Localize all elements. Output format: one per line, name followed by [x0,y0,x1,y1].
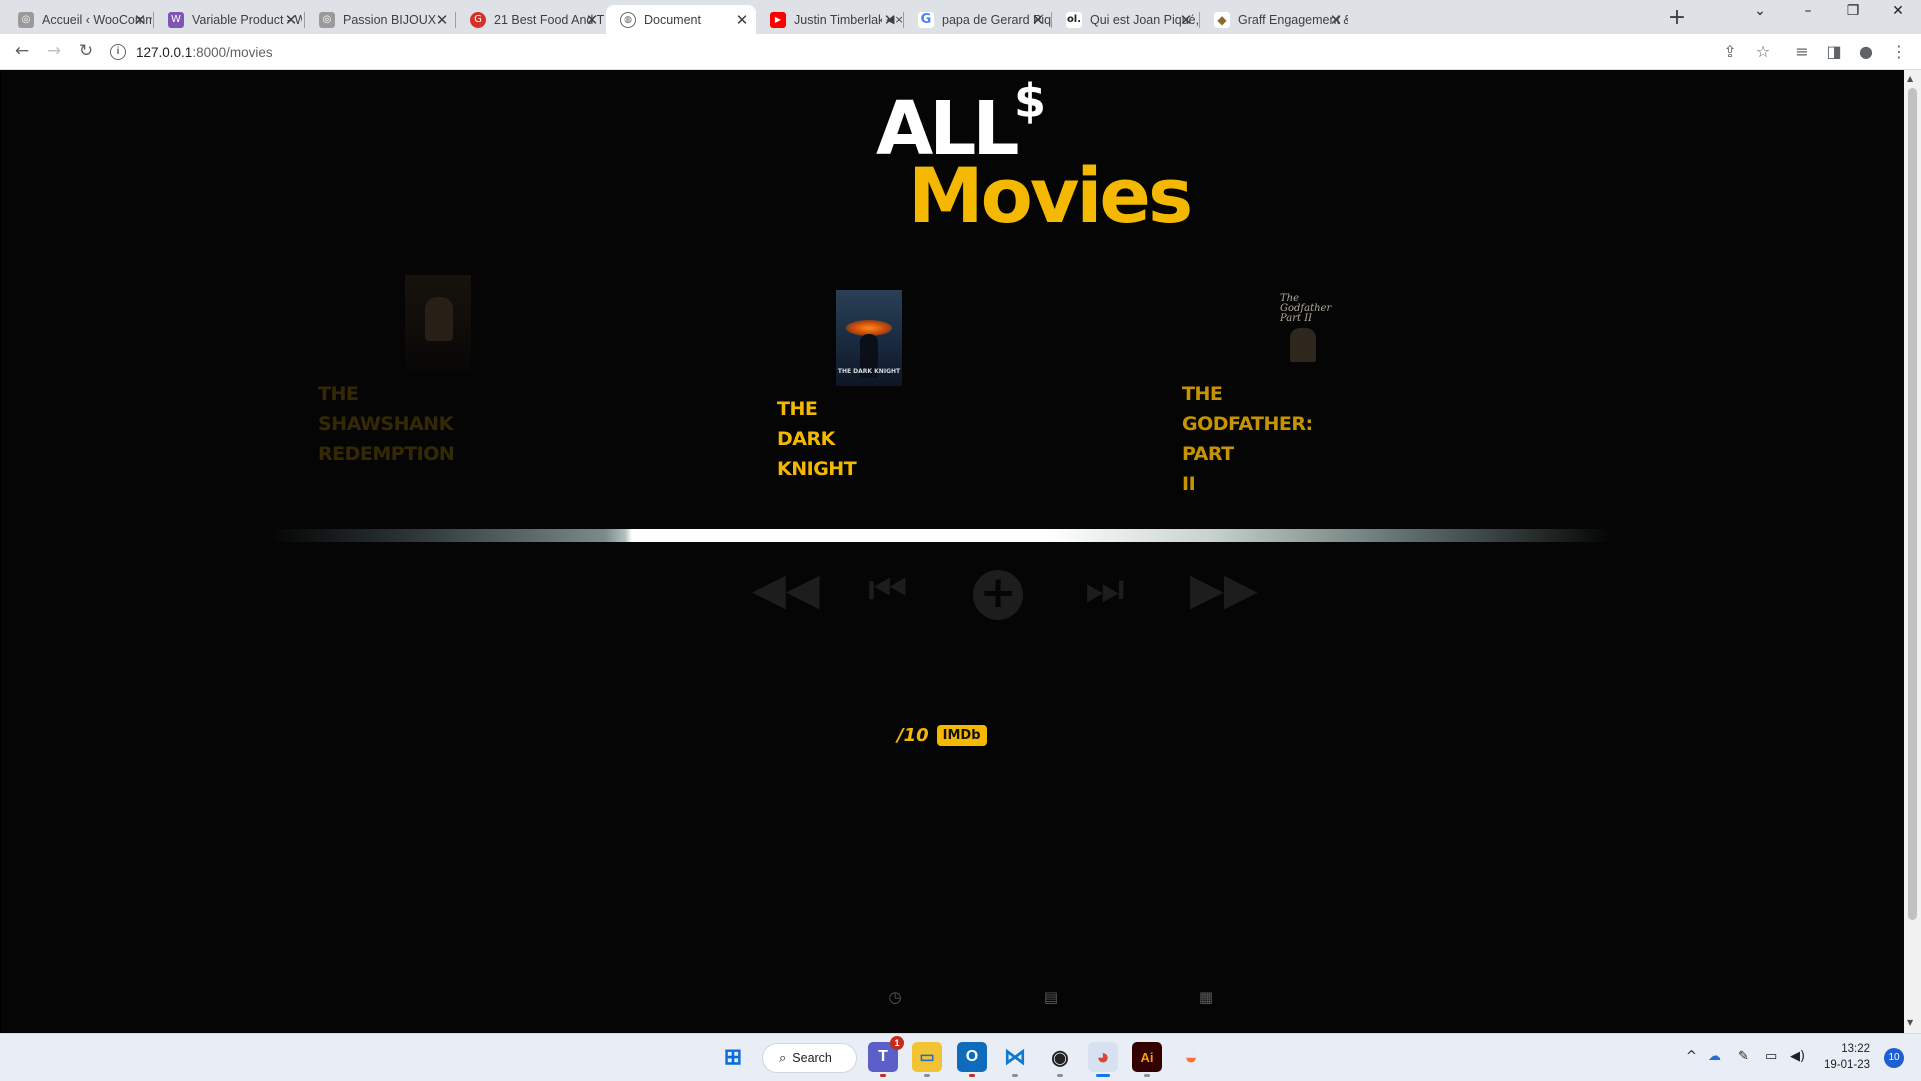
outlook-icon[interactable]: O [957,1042,987,1077]
tab-variable-product[interactable]: W Variable Product - Wo ✕ [154,5,305,34]
illustrator-icon[interactable]: Ai [1132,1042,1162,1077]
tab-search-icon[interactable]: ⌄ [1745,3,1775,19]
tab-woocommerce[interactable]: ◎ Accueil ‹ WooCommerce ✕ [4,5,154,34]
close-icon[interactable]: ✕ [1178,11,1194,29]
movie-title: THE GODFATHER: PART II [1182,383,1313,495]
close-icon[interactable]: ✕ [882,11,898,29]
close-icon[interactable]: ✕ [734,11,750,29]
next-icon[interactable]: ⏭ [1085,568,1125,612]
movie-poster[interactable]: THE DARK KNIGHT [836,290,902,386]
reading-list-icon[interactable]: ≡ [1791,42,1813,61]
scroll-down-icon[interactable]: ▼ [1907,1018,1913,1027]
side-panel-icon[interactable]: ◨ [1823,42,1845,61]
scroll-up-icon[interactable]: ▲ [1907,74,1913,83]
fast-forward-icon[interactable]: ▶▶ [1190,568,1258,612]
show-hidden-icons-icon[interactable]: ^ [1686,1049,1697,1064]
scrollbar-thumb[interactable] [1908,88,1917,920]
address-bar[interactable]: i 127.0.0.1:8000/movies [110,37,1860,67]
browser-toolbar: ← → ↻ i 127.0.0.1:8000/movies ⇪ ☆ ≡ ◨ ● … [0,34,1921,70]
graff-icon: ◆ [1214,11,1230,28]
new-tab-button[interactable]: + [1663,5,1691,30]
close-icon[interactable]: ✕ [584,11,600,29]
close-icon[interactable]: ✕ [434,11,450,29]
logo-movies-text: Movies [908,151,1193,240]
wordpress-icon: ◎ [18,11,34,28]
windows-taskbar: ⊞ ⌕ Search T 1 ▭ O ⋈ ◉ ◕ Ai ◒ ^ ☁ ✎ ▭ ◀)… [0,1033,1921,1081]
imdb-badge: IMDb [936,725,987,746]
search-icon: ⌕ [779,1050,787,1065]
add-icon[interactable]: + [973,570,1023,620]
reload-icon[interactable]: ↻ [74,41,98,61]
menu-kebab-icon[interactable]: ⋮ [1888,42,1910,61]
tab-title: Justin Timberlake [794,12,882,27]
profile-avatar-icon[interactable]: ● [1855,42,1877,61]
w-icon: W [168,11,184,28]
taskbar-search[interactable]: ⌕ Search [762,1043,857,1073]
forward-icon[interactable]: → [42,41,66,61]
movie-poster[interactable] [405,275,471,370]
onedrive-icon[interactable]: ☁ [1708,1049,1721,1064]
github-icon[interactable]: ◉ [1045,1042,1075,1077]
microphone-muted-icon[interactable]: ✎ [1738,1049,1749,1064]
close-icon[interactable]: ✕ [132,11,148,29]
clock-time: 13:22 [1841,1043,1871,1055]
wordpress-icon: ◎ [319,11,335,28]
page-scrollbar[interactable]: ▲ ▼ [1904,70,1921,1033]
globe-icon: ◍ [620,11,636,28]
close-icon[interactable]: ✕ [1328,11,1344,29]
tab-strip: ◎ Accueil ‹ WooCommerce ✕ W Variable Pro… [0,0,1921,34]
google-icon: G [918,11,934,28]
back-icon[interactable]: ← [10,41,34,61]
clock-icon[interactable]: ◷ [885,988,905,1006]
volume-icon[interactable]: ◀) [1790,1049,1805,1064]
previous-icon[interactable]: ⏮ [868,568,908,612]
minimize-button[interactable]: – [1793,3,1823,19]
firefox-icon[interactable]: ◒ [1176,1042,1206,1072]
search-label: Search [792,1051,832,1065]
ol-icon: ol. [1066,11,1082,28]
chrome-icon[interactable]: ◕ [1088,1042,1118,1077]
taskbar-clock[interactable]: 13:22 19-01-23 [1824,1041,1870,1073]
close-window-button[interactable]: ✕ [1883,3,1913,19]
rating-scale: /10 [897,725,929,746]
teams-badge: 1 [890,1036,904,1050]
youtube-icon: ▶ [770,11,786,28]
clock-date: 19-01-23 [1824,1059,1871,1071]
tab-passion-bijoux[interactable]: ◎ Passion BIJOUX ✕ [305,5,456,34]
logo-dollar-sign: $ [1014,74,1047,128]
vscode-icon[interactable]: ⋈ [1000,1042,1030,1077]
windows-start-icon[interactable]: ⊞ [718,1042,748,1072]
teams-icon[interactable]: T 1 [868,1036,904,1077]
close-icon[interactable]: ✕ [283,11,299,29]
calendar-icon[interactable]: ▦ [1196,988,1216,1006]
restore-button[interactable]: ❐ [1838,3,1868,19]
tab-graff[interactable]: ◆ Graff Engagement & E ✕ [1200,5,1350,34]
rewind-icon[interactable]: ◀◀ [752,568,820,612]
network-icon[interactable]: ▭ [1765,1049,1777,1064]
tab-joan-pique[interactable]: ol. Qui est Joan Piqué, le ✕ [1052,5,1200,34]
close-icon[interactable]: ✕ [1030,11,1046,29]
movie-poster[interactable]: The Godfather Part II [1272,288,1334,368]
tab-document[interactable]: ◍ Document ✕ [606,5,756,34]
site-info-icon[interactable]: i [110,44,126,60]
tab-papa-pique[interactable]: G papa de Gerard Piqué ✕ [904,5,1052,34]
rating-row: /10 IMDb [897,725,987,746]
tab-food-travel[interactable]: G 21 Best Food And Trav ✕ [456,5,606,34]
notification-center-badge[interactable]: 10 [1884,1048,1904,1068]
movie-title: THE DARK KNIGHT [777,398,857,480]
tab-justin-timberlake[interactable]: ▶ Justin Timberlake ◀× ✕ [756,5,904,34]
movie-title: THE SHAWSHANK REDEMPTION [318,383,455,465]
g-circle-icon: G [470,11,486,28]
bookmark-star-icon[interactable]: ☆ [1752,42,1774,61]
film-icon[interactable]: ▤ [1041,988,1061,1006]
url-text: 127.0.0.1:8000/movies [136,44,273,60]
file-explorer-icon[interactable]: ▭ [912,1042,942,1077]
share-icon[interactable]: ⇪ [1719,42,1741,61]
carousel-progress-bar[interactable] [270,529,1610,542]
